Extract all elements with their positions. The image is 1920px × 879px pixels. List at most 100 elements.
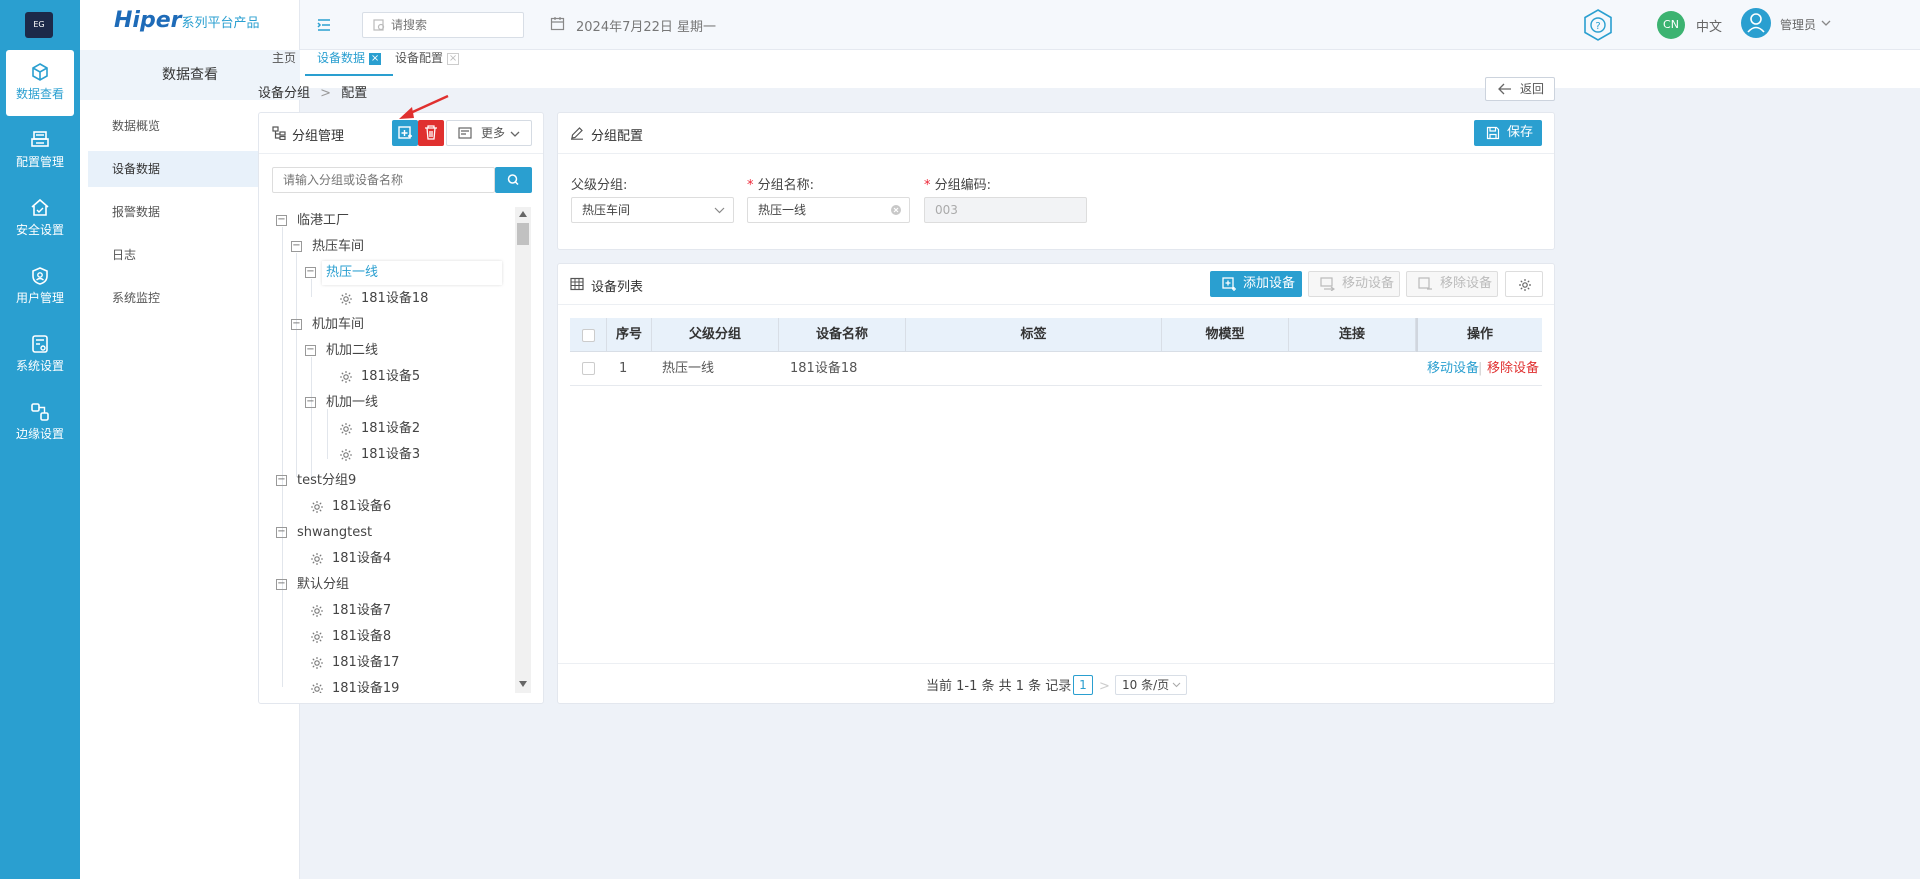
tree-scrollbar[interactable] — [515, 207, 531, 693]
collapse-toggle[interactable]: − — [305, 345, 316, 356]
page-size-select[interactable]: 10 条/页 — [1115, 675, 1187, 695]
column-header[interactable]: 设备名称 — [779, 318, 906, 352]
sidebar-item-overview[interactable]: 数据概览 — [112, 108, 282, 144]
tree-node[interactable]: − 机加二线 — [305, 339, 378, 363]
page-size-value: 10 条/页 — [1122, 678, 1170, 692]
tree-search-button[interactable] — [495, 167, 532, 193]
column-header[interactable]: 序号 — [607, 318, 652, 352]
move-device-link[interactable]: 移动设备 — [1427, 352, 1479, 386]
remove-device-button[interactable]: 移除设备 — [1406, 271, 1498, 297]
close-icon[interactable]: × — [369, 52, 382, 65]
tree-node[interactable]: − test分组9 — [276, 469, 356, 493]
gear-icon — [1519, 279, 1531, 291]
scroll-down-icon[interactable] — [519, 681, 527, 687]
collapse-toggle[interactable]: − — [305, 267, 316, 278]
tree-device-node[interactable]: 181设备6 — [310, 495, 391, 519]
page-number-current[interactable]: 1 — [1073, 675, 1093, 695]
tree-device-node[interactable]: 181设备3 — [339, 443, 420, 467]
row-checkbox[interactable] — [582, 362, 595, 375]
chevron-down-icon — [1172, 682, 1181, 688]
column-header[interactable]: 标签 — [906, 318, 1162, 352]
tree-node-label: 热压车间 — [312, 239, 365, 254]
column-header[interactable]: 连接 — [1289, 318, 1416, 352]
close-icon[interactable]: × — [447, 52, 460, 65]
tree-node[interactable]: − 热压车间 — [291, 235, 364, 259]
back-button[interactable]: 返回 — [1485, 77, 1555, 101]
language-badge[interactable]: CN — [1657, 11, 1685, 39]
tree-node-label: 181设备7 — [332, 603, 392, 618]
column-header[interactable]: 操作 — [1416, 318, 1542, 352]
remove-device-link[interactable]: 移除设备 — [1487, 352, 1539, 386]
tree-device-node[interactable]: 181设备7 — [310, 599, 391, 623]
tree-node[interactable]: − shwangtest — [276, 521, 372, 545]
scroll-up-icon[interactable] — [519, 211, 527, 217]
parent-group-select[interactable]: 热压车间 — [571, 197, 734, 223]
add-group-button[interactable] — [392, 120, 418, 146]
rail-item-edge[interactable]: 边缘设置 — [6, 390, 74, 456]
tab-device-config[interactable]: 设备配置 × — [383, 46, 471, 76]
tree-node[interactable]: − 默认分组 — [276, 573, 349, 597]
prev-page-button[interactable]: < — [1059, 677, 1070, 697]
move-device-button[interactable]: 移动设备 — [1308, 271, 1400, 297]
group-name-field[interactable]: 热压一线 — [747, 197, 910, 223]
search-input[interactable] — [391, 16, 516, 34]
sidebar-item-alarm-data[interactable]: 报警数据 — [112, 194, 282, 230]
tree-node-selected[interactable]: − 热压一线 — [305, 261, 502, 285]
user-name[interactable]: 管理员 — [1780, 16, 1816, 33]
collapse-toggle[interactable]: − — [276, 579, 287, 590]
tree-node[interactable]: − 机加一线 — [305, 391, 378, 415]
tab-label: 设备配置 — [395, 51, 444, 65]
sidebar-item-log[interactable]: 日志 — [112, 237, 282, 273]
table-row[interactable]: 1 热压一线 181设备18 移动设备 | 移除设备 — [570, 352, 1542, 386]
add-device-button[interactable]: 添加设备 — [1210, 271, 1302, 297]
tree-device-node[interactable]: 181设备4 — [310, 547, 391, 571]
tab-home[interactable]: 主页 — [260, 46, 308, 76]
rail-item-config[interactable]: 配置管理 — [6, 118, 74, 184]
tree-device-node[interactable]: 181设备19 — [310, 677, 399, 693]
avatar[interactable] — [1741, 8, 1771, 38]
svg-text:?: ? — [1595, 21, 1600, 32]
rail-label: 边缘设置 — [15, 427, 64, 441]
collapse-toggle[interactable]: − — [291, 319, 302, 330]
collapse-toggle[interactable]: − — [276, 215, 287, 226]
tree-search-input[interactable] — [272, 167, 495, 193]
menu-toggle-icon[interactable] — [316, 17, 332, 33]
column-header[interactable]: 物模型 — [1162, 318, 1289, 352]
tree-node[interactable]: − 机加车间 — [291, 313, 364, 337]
scrollbar-thumb[interactable] — [517, 223, 529, 245]
tree-device-node[interactable]: 181设备8 — [310, 625, 391, 649]
select-all-checkbox[interactable] — [582, 329, 595, 342]
column-header[interactable]: 父级分组 — [652, 318, 779, 352]
tree-node-label: 机加车间 — [312, 317, 365, 332]
gear-icon — [340, 370, 352, 383]
tree-device-node[interactable]: 181设备18 — [339, 287, 428, 311]
collapse-toggle[interactable]: − — [276, 475, 287, 486]
collapse-toggle[interactable]: − — [305, 397, 316, 408]
chevron-down-icon[interactable] — [1821, 18, 1831, 28]
collapse-toggle[interactable]: − — [291, 241, 302, 252]
tree-device-node[interactable]: 181设备17 — [310, 651, 399, 675]
table-settings-button[interactable] — [1505, 271, 1543, 297]
sidebar-item-monitor[interactable]: 系统监控 — [112, 280, 282, 316]
app-logo: EG — [25, 12, 53, 38]
rail-item-security[interactable]: 安全设置 — [6, 186, 74, 252]
more-dropdown[interactable]: 更多 — [446, 120, 532, 146]
clear-icon[interactable] — [890, 204, 902, 216]
rail-item-system[interactable]: 系统设置 — [6, 322, 74, 388]
save-button[interactable]: 保存 — [1474, 120, 1542, 146]
tree-node[interactable]: − 临港工厂 — [276, 209, 349, 233]
delete-group-button[interactable] — [418, 120, 444, 146]
rail-item-users[interactable]: 用户管理 — [6, 254, 74, 320]
search-box[interactable] — [362, 12, 524, 38]
tab-device-data[interactable]: 设备数据 × — [305, 46, 394, 76]
language-label[interactable]: 中文 — [1696, 16, 1722, 35]
tree-node-label: 181设备18 — [361, 291, 429, 306]
tree-device-node[interactable]: 181设备2 — [339, 417, 420, 441]
tree-device-node[interactable]: 181设备5 — [339, 365, 420, 389]
help-hexagon-icon[interactable]: ? — [1581, 8, 1615, 42]
rail-item-data-view[interactable]: 数据查看 — [6, 50, 74, 116]
cell-device-name: 181设备18 — [790, 361, 858, 376]
collapse-toggle[interactable]: − — [276, 527, 287, 538]
breadcrumb-item[interactable]: 设备分组 — [258, 86, 310, 101]
next-page-button[interactable]: > — [1099, 677, 1110, 697]
